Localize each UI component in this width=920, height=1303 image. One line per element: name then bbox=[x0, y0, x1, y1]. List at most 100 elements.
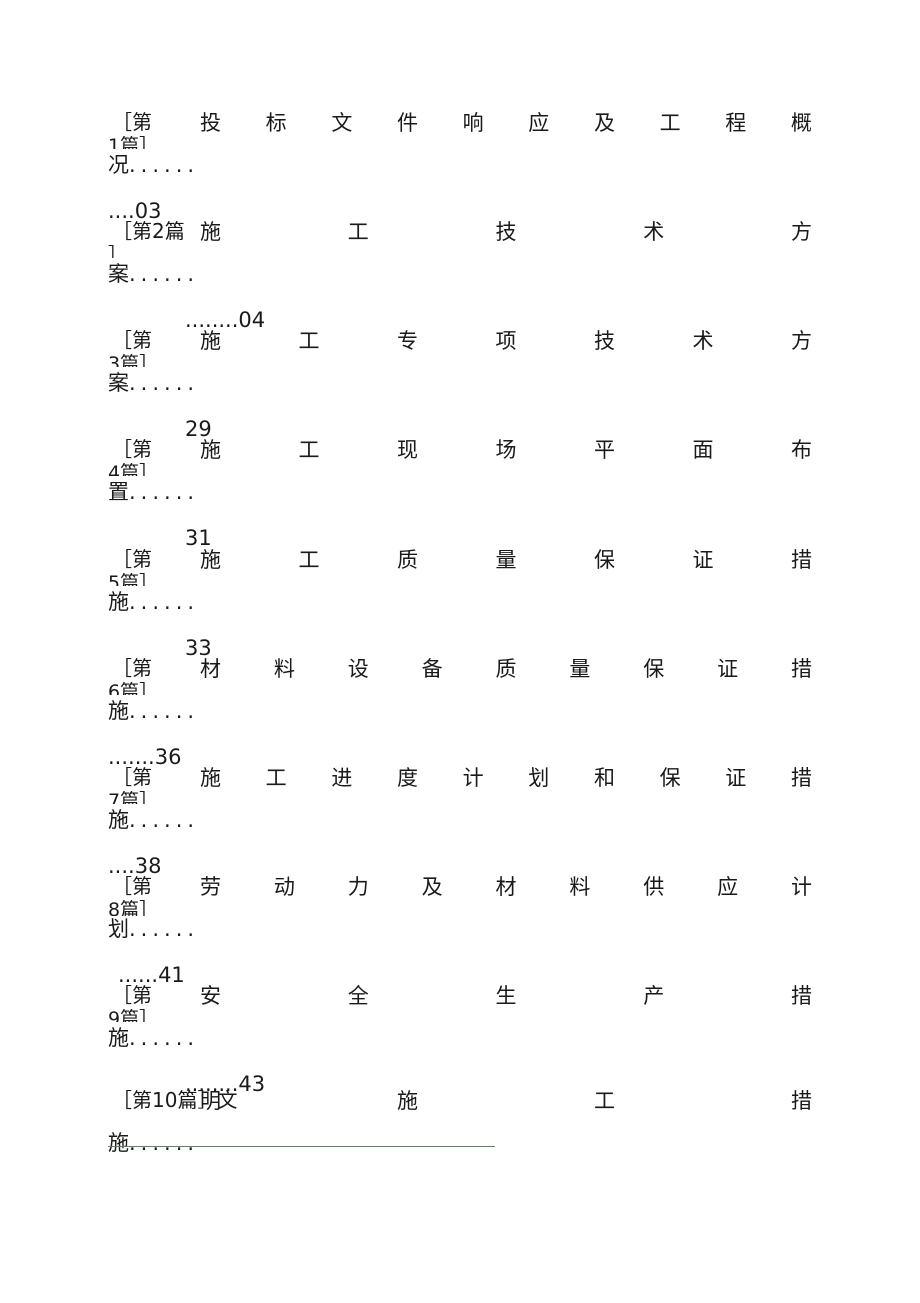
leader-dots: ...... bbox=[129, 1026, 200, 1050]
toc-entry-title-line: ［第 1篇］ 投 标 文 件 响 应 及 工 程 概 bbox=[0, 105, 920, 149]
section-marker: ［第 bbox=[112, 328, 152, 352]
title-tail-char: 置 bbox=[108, 480, 129, 504]
title-tail-char: 施 bbox=[108, 1026, 129, 1050]
title-char: 和 bbox=[593, 766, 615, 790]
title-char: 标 bbox=[265, 111, 287, 135]
toc-entry-title-continuation: 案...... bbox=[0, 367, 920, 411]
title-char: 施 bbox=[200, 766, 221, 790]
title-char: 及 bbox=[593, 111, 615, 135]
section-marker-clipped: 5篇］ bbox=[108, 572, 159, 586]
title-char: 进 bbox=[331, 766, 353, 790]
title-char: 安 bbox=[200, 984, 221, 1008]
title-char: 施 bbox=[200, 329, 221, 353]
title-char: 场 bbox=[495, 438, 517, 462]
title-char: 文 bbox=[331, 111, 353, 135]
toc-entry-title: 材料设备质量保证措 bbox=[200, 657, 812, 681]
title-char: 方 bbox=[791, 329, 812, 353]
title-char: 项 bbox=[495, 329, 517, 353]
title-char: 件 bbox=[396, 111, 418, 135]
toc-entry-title: 施工进度计划和保证措 bbox=[200, 766, 812, 790]
title-char: 生 bbox=[495, 984, 517, 1008]
leader-dots: ...... bbox=[129, 1131, 200, 1155]
toc-entry-title-line: ［第 7篇］ 施 工 进 度 计 划 和 保 证 措 bbox=[0, 760, 920, 804]
title-char: 动 bbox=[273, 875, 295, 899]
title-char: 证 bbox=[725, 766, 747, 790]
title-char: 及 bbox=[421, 875, 443, 899]
title-char: 平 bbox=[594, 438, 615, 462]
title-char: 概 bbox=[790, 111, 812, 135]
title-char: 备 bbox=[421, 657, 443, 681]
leader-dots: ...... bbox=[129, 699, 200, 723]
title-char: 证 bbox=[717, 657, 739, 681]
title-char: 应 bbox=[717, 875, 739, 899]
leader-dots: ...... bbox=[129, 808, 200, 832]
title-tail: 施...... bbox=[108, 699, 199, 723]
title-tail: 施...... bbox=[108, 1131, 199, 1155]
title-tail-char: 案 bbox=[108, 262, 129, 286]
title-tail: 施...... bbox=[108, 1026, 199, 1050]
toc-entry-title-line: ［第 6篇］ 材 料 设 备 质 量 保 证 措 bbox=[0, 651, 920, 695]
section-marker: ［第 bbox=[112, 765, 152, 789]
title-char: 证 bbox=[692, 548, 714, 572]
title-char: 程 bbox=[725, 111, 747, 135]
title-char: 劳 bbox=[200, 875, 221, 899]
title-char: 质 bbox=[397, 548, 418, 572]
toc-entry-title-line: ［第 3篇］ 施 工 专 项 技 术 方 bbox=[0, 323, 920, 367]
title-char: 工 bbox=[298, 329, 320, 353]
title-tail-char: 施 bbox=[108, 808, 129, 832]
section-marker-clipped: 6篇］ bbox=[108, 681, 159, 695]
toc-entry-title-line: ［第2篇 ］ 施 工 技 术 方 bbox=[0, 214, 920, 258]
title-char: 措 bbox=[791, 657, 812, 681]
toc-entry-title: 劳动力及材料供应计 bbox=[200, 875, 812, 899]
toc-entry-title: 安全生产措 bbox=[200, 984, 812, 1008]
section-marker-clipped: 4篇］ bbox=[108, 462, 159, 476]
title-char: 现 bbox=[397, 438, 418, 462]
title-tail: 划...... bbox=[108, 917, 199, 941]
title-char: 术 bbox=[643, 220, 665, 244]
title-tail-char: 案 bbox=[108, 371, 129, 395]
title-tail: 案...... bbox=[108, 262, 199, 286]
title-char: 响 bbox=[462, 111, 484, 135]
title-char: 工 bbox=[347, 220, 369, 244]
title-char: 料 bbox=[273, 657, 295, 681]
title-char: 措 bbox=[791, 1089, 812, 1113]
title-char: 度 bbox=[396, 766, 418, 790]
title-char: 工 bbox=[594, 1089, 615, 1113]
title-tail-char: 况 bbox=[108, 153, 129, 177]
title-char: 措 bbox=[791, 548, 812, 572]
section-marker: ［第 bbox=[112, 983, 152, 1007]
title-char: 全 bbox=[347, 984, 369, 1008]
leader-dots: ...... bbox=[129, 153, 200, 177]
title-char: 保 bbox=[659, 766, 681, 790]
title-char: 术 bbox=[692, 329, 714, 353]
section-marker-clipped: 3篇］ bbox=[108, 353, 159, 367]
title-char: 计 bbox=[791, 875, 812, 899]
title-char: 投 bbox=[200, 111, 221, 135]
toc-entry-title-line: ［第 4篇］ 施 工 现 场 平 面 布 bbox=[0, 432, 920, 476]
title-char: 施 bbox=[200, 548, 221, 572]
title-char: 施 bbox=[397, 1089, 418, 1113]
toc-entry-title-line: ［第 8篇］ 劳动力及材料供应计 bbox=[0, 869, 920, 916]
toc-entry[interactable]: ［第10篇］文明施工措施...... bbox=[0, 1083, 920, 1171]
title-char: 措 bbox=[791, 984, 812, 1008]
toc-entry-title-continuation: 置...... bbox=[0, 476, 920, 520]
section-marker: ［第 bbox=[112, 437, 152, 461]
title-char: 专 bbox=[397, 329, 418, 353]
section-marker-clipped: 7篇］ bbox=[108, 790, 159, 804]
title-tail-char: 划 bbox=[108, 917, 129, 941]
title-char: 设 bbox=[347, 657, 369, 681]
title-char: 措 bbox=[790, 766, 812, 790]
title-char: 划 bbox=[528, 766, 550, 790]
section-marker: ［第 bbox=[112, 547, 152, 571]
title-tail: 施...... bbox=[108, 590, 199, 614]
title-char: 产 bbox=[643, 984, 665, 1008]
title-char: 量 bbox=[495, 548, 517, 572]
title-char: 料 bbox=[569, 875, 591, 899]
leader-dots: ...... bbox=[129, 590, 200, 614]
document-page: ［第 1篇］ 投标文件响应及工程概况...... ....03 ［第2篇 ］ 施工技术方案.… bbox=[0, 0, 920, 1303]
toc-entry-title-continuation: 划...... bbox=[0, 913, 920, 957]
toc-entry-title-line: ［第 9篇］ 安 全 生 产 措 bbox=[0, 978, 920, 1022]
section-marker-clipped: ］ bbox=[108, 244, 128, 258]
toc-entry-title: 施工技术方 bbox=[200, 220, 812, 244]
leader-dots: ...... bbox=[129, 917, 200, 941]
